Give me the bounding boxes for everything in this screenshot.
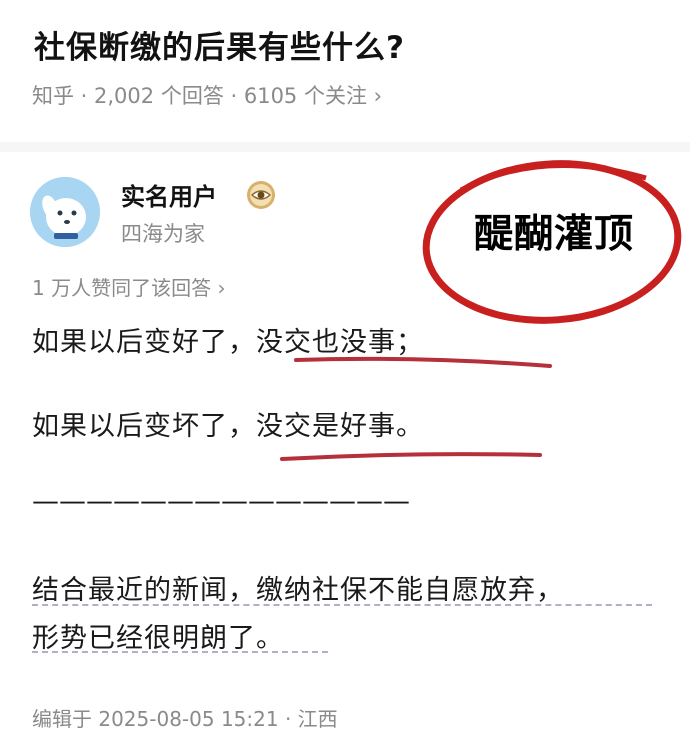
upvote-count[interactable]: 1 万人赞同了该回答 › bbox=[32, 272, 225, 301]
edited-timestamp: 编辑于 2025-08-05 15:21 · 江西 bbox=[32, 707, 338, 731]
underline-1 bbox=[294, 356, 552, 368]
author-subtitle: 四海为家 bbox=[121, 222, 205, 246]
stamp-text: 醍醐灌顶 bbox=[473, 212, 634, 257]
answer-line-1: 如果以后变好了，没交也没事； bbox=[32, 327, 424, 358]
eye-badge-icon bbox=[246, 180, 276, 210]
question-title[interactable]: 社保断缴的后果有些什么? bbox=[34, 22, 405, 67]
underline-2 bbox=[280, 452, 542, 461]
dash-separator: —————————————— bbox=[32, 486, 410, 517]
question-meta[interactable]: 知乎 · 2,002 个回答 · 6105 个关注 › bbox=[32, 80, 382, 110]
author-name[interactable]: 实名用户 bbox=[121, 177, 217, 212]
link-underline-1 bbox=[32, 604, 652, 606]
link-underline-2 bbox=[32, 651, 328, 653]
answer-line-2: 如果以后变坏了，没交是好事。 bbox=[32, 411, 424, 442]
dog-avatar-icon bbox=[30, 177, 100, 247]
avatar[interactable] bbox=[30, 177, 100, 247]
answer-paragraph-line-1: 结合最近的新闻，缴纳社保不能自愿放弃， bbox=[32, 575, 564, 606]
answer-paragraph-line-2: 形势已经很明朗了。 bbox=[32, 623, 284, 654]
question-header: 社保断缴的后果有些什么? 知乎 · 2,002 个回答 · 6105 个关注 › bbox=[0, 0, 690, 140]
